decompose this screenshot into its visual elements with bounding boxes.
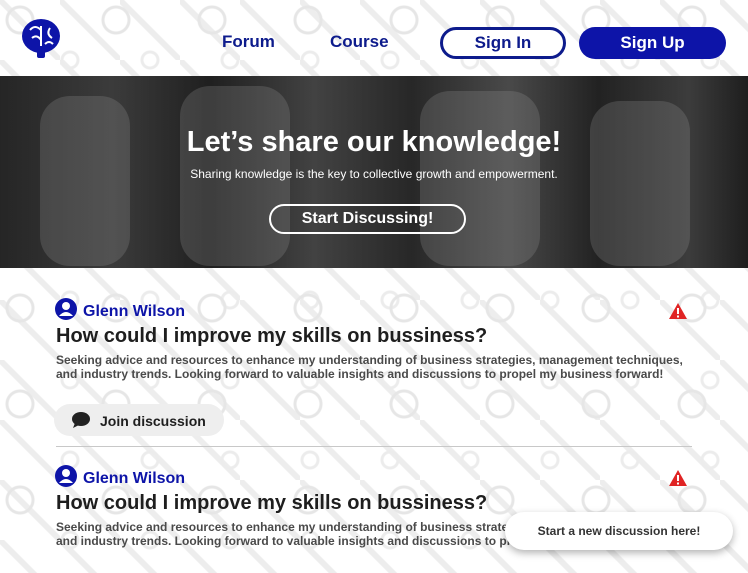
new-discussion-button[interactable]: Start a new discussion here!	[505, 512, 733, 550]
join-discussion-label: Join discussion	[100, 413, 206, 429]
post-divider	[56, 446, 692, 447]
hero-banner: Let’s share our knowledge! Sharing knowl…	[0, 76, 748, 268]
user-avatar-icon[interactable]	[55, 298, 77, 320]
sign-in-button[interactable]: Sign In	[440, 27, 566, 59]
brain-icon[interactable]	[20, 16, 62, 60]
sign-up-button[interactable]: Sign Up	[579, 27, 726, 59]
chat-bubble-icon	[71, 411, 91, 429]
post-title[interactable]: How could I improve my skills on bussine…	[56, 325, 487, 348]
start-discussing-button[interactable]: Start Discussing!	[269, 204, 466, 234]
report-warning-icon[interactable]	[668, 302, 688, 320]
join-discussion-button[interactable]: Join discussion	[54, 404, 224, 436]
post-author[interactable]: Glenn Wilson	[83, 470, 185, 488]
nav-course-link[interactable]: Course	[330, 32, 389, 52]
report-warning-icon[interactable]	[668, 469, 688, 487]
nav-forum-link[interactable]: Forum	[222, 32, 275, 52]
post-body: Seeking advice and resources to enhance …	[56, 353, 683, 381]
site-header: Forum Course Sign In Sign Up	[0, 0, 748, 76]
post-author[interactable]: Glenn Wilson	[83, 303, 185, 321]
hero-photo-figure	[40, 96, 130, 266]
post-title[interactable]: How could I improve my skills on bussine…	[56, 492, 487, 515]
user-avatar-icon[interactable]	[55, 465, 77, 487]
hero-title: Let’s share our knowledge!	[186, 126, 562, 158]
hero-subtitle: Sharing knowledge is the key to collecti…	[190, 167, 558, 181]
